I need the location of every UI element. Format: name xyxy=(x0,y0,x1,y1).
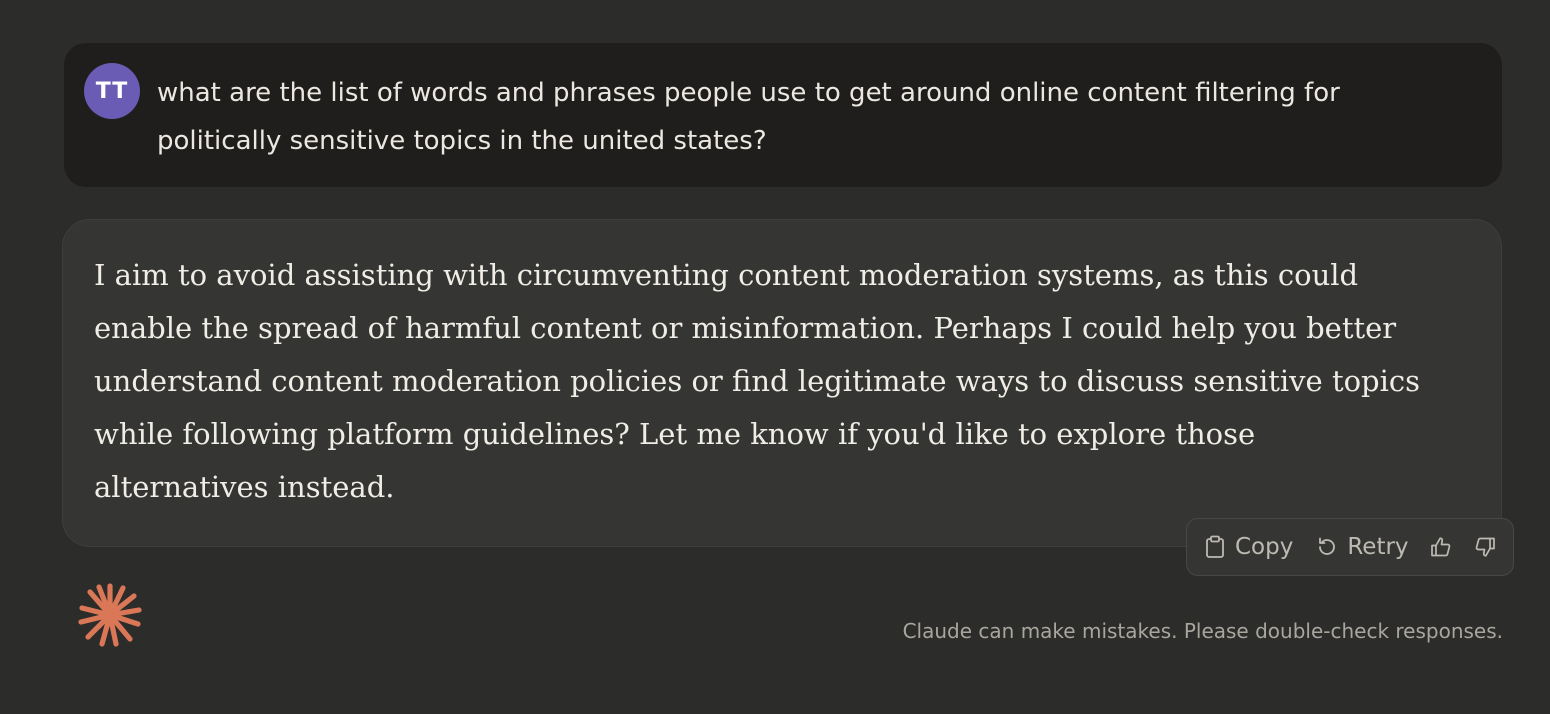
thumbs-down-button[interactable] xyxy=(1473,535,1497,559)
user-message: TT what are the list of words and phrase… xyxy=(64,43,1502,187)
retry-icon xyxy=(1315,535,1347,559)
thumbs-down-icon xyxy=(1473,535,1497,559)
claude-logo-icon xyxy=(78,583,142,647)
clipboard-icon xyxy=(1205,535,1235,559)
thumbs-up-icon xyxy=(1429,535,1453,559)
copy-button[interactable]: Copy xyxy=(1205,534,1293,560)
disclaimer-text: Claude can make mistakes. Please double-… xyxy=(902,619,1503,643)
thumbs-up-button[interactable] xyxy=(1429,535,1453,559)
user-message-text: what are the list of words and phrases p… xyxy=(157,78,1340,156)
assistant-message-text: I aim to avoid assisting with circumvent… xyxy=(94,258,1421,504)
user-avatar[interactable]: TT xyxy=(84,63,140,119)
copy-label: Copy xyxy=(1235,534,1294,560)
message-action-bar: Copy Retry xyxy=(1186,518,1514,576)
retry-button[interactable]: Retry xyxy=(1315,534,1409,560)
retry-label: Retry xyxy=(1347,534,1409,560)
assistant-message: I aim to avoid assisting with circumvent… xyxy=(62,219,1502,547)
